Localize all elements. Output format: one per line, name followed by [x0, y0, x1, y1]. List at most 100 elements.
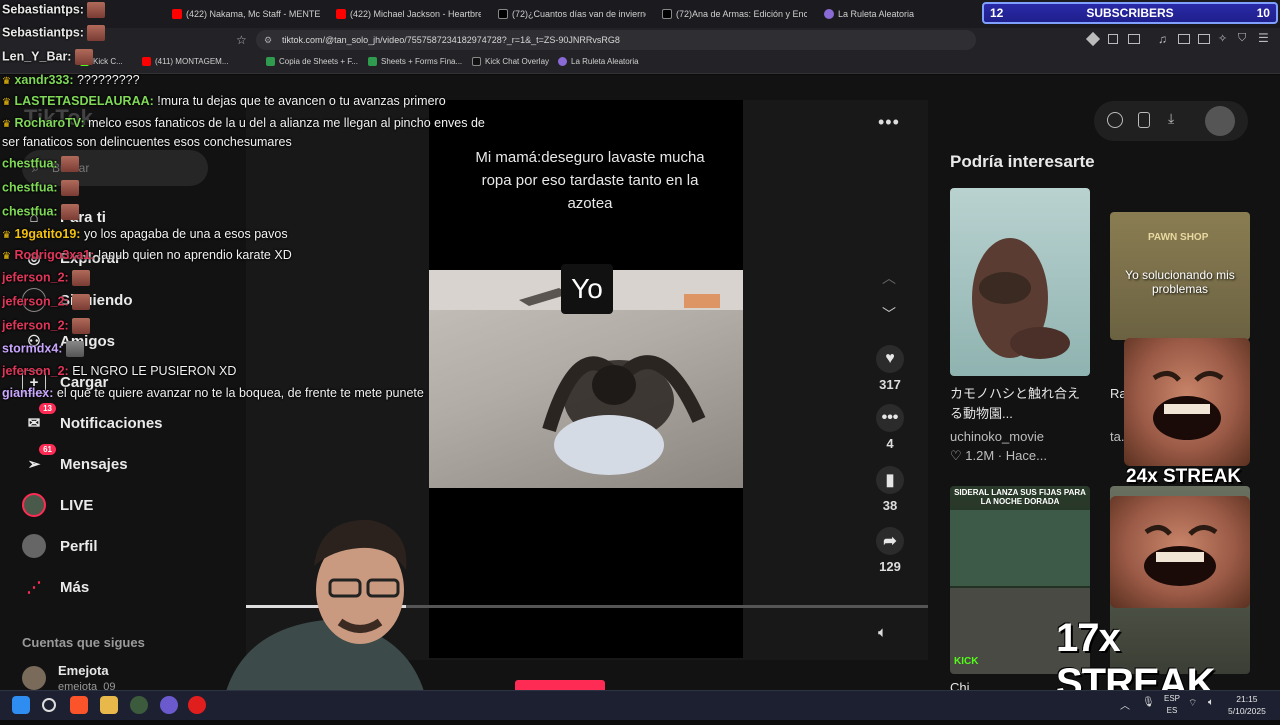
crown-badge-icon: ♛	[2, 251, 11, 262]
roulette-icon	[558, 57, 567, 66]
subscribers-goal-bar: 12 SUBSCRIBERS 10	[982, 2, 1278, 24]
sidebar-toggle-icon[interactable]	[1178, 34, 1190, 44]
music-icon[interactable]: ♫	[1158, 32, 1167, 46]
opera-icon[interactable]	[188, 696, 206, 714]
comment-icon: •••	[876, 404, 904, 432]
vpn-icon[interactable]: ⛉	[1238, 32, 1246, 45]
sheets-icon	[266, 57, 275, 66]
bookmark-item[interactable]: (411) MONTAGEM...	[142, 57, 229, 66]
sidebar-item-perfil[interactable]: Perfil	[22, 534, 98, 558]
language-indicator[interactable]: ESP ES	[1164, 693, 1180, 717]
emote-icon	[61, 156, 80, 172]
address-bar[interactable]: ⚙ tiktok.com/@tan_solo_jh/video/75575872…	[256, 30, 976, 50]
bookmark-item[interactable]: Copia de Sheets + F...	[266, 57, 358, 66]
chat-message: jeferson_2:	[2, 270, 91, 286]
emote-icon	[61, 180, 80, 196]
recommendation-thumbnail[interactable]	[950, 188, 1090, 376]
tiktok-icon	[498, 9, 508, 19]
sidebar-item-live[interactable]: LIVE	[22, 493, 93, 517]
chat-message: ♛ Rodrigo3xa1: !anub quien no aprendio k…	[2, 248, 292, 262]
recommendations-title: Podría interesarte	[950, 152, 1095, 171]
share-button[interactable]: ➦ 129	[870, 527, 910, 574]
sheets-icon	[368, 57, 377, 66]
bookmark-item[interactable]: Kick Chat Overlay	[472, 57, 549, 66]
subscribers-label: SUBSCRIBERS	[1086, 6, 1174, 20]
next-video-icon[interactable]: ﹀	[882, 304, 896, 324]
leo-icon[interactable]: ✧	[1218, 32, 1227, 45]
share-icon: ➦	[876, 527, 904, 555]
emote-icon	[72, 318, 91, 334]
chat-message: ♛ xandr333: ?????????	[2, 73, 140, 87]
chat-message: stormdx4:	[2, 341, 84, 357]
following-section-title: Cuentas que sigues	[22, 635, 145, 650]
roulette-icon	[824, 9, 834, 19]
comment-count: 4	[886, 436, 894, 451]
brave-browser-icon[interactable]	[70, 696, 88, 714]
network-icon[interactable]: ⌔	[1188, 697, 1197, 710]
site-info-icon[interactable]: ⚙	[264, 30, 272, 50]
search-icon[interactable]	[42, 698, 56, 712]
browser-tab[interactable]: (72)Ana de Armas: Edición y Encant	[662, 4, 807, 24]
browser-tab[interactable]: (72)¿Cuantos días van de invierno? Y	[498, 4, 646, 24]
video-caption-text: Mi mamá:deseguro lavaste mucha ropa por …	[475, 149, 705, 212]
chat-message: Sebastiantps:	[2, 25, 106, 41]
open-app-button[interactable]	[515, 680, 605, 690]
emote-icon	[87, 2, 106, 18]
following-account-name[interactable]: Emejota	[58, 663, 109, 678]
browser-tab[interactable]: (422) Nakama, Mc Staff - MENTE M/	[172, 4, 322, 24]
risitas-emote-overlay	[1124, 338, 1250, 466]
profile-avatar-icon	[22, 534, 46, 558]
download-icon[interactable]: ⤓	[1168, 110, 1174, 127]
app-icon[interactable]	[130, 696, 148, 714]
volume-icon[interactable]: 🔈︎	[878, 624, 887, 641]
card-author[interactable]: uchinoko_movie	[950, 429, 1044, 444]
chat-message: ♛ LASTETASDELAURAA: !mura tu dejas que t…	[2, 94, 446, 108]
browser-tab[interactable]: La Ruleta Aleatoria	[824, 4, 964, 24]
streamer-figure	[220, 519, 430, 720]
chat-message-continuation: ser fanaticos son delincuentes esos conc…	[2, 135, 292, 149]
coin-icon[interactable]	[1107, 112, 1123, 128]
comment-button[interactable]: ••• 4	[870, 404, 910, 451]
file-explorer-icon[interactable]	[100, 696, 118, 714]
card-title[interactable]: カモノハシと触れ合える動物園...	[950, 384, 1090, 424]
chat-message: chestfua:	[2, 180, 80, 196]
youtube-icon	[172, 9, 182, 19]
volume-tray-icon[interactable]: 🔈︎	[1208, 697, 1214, 708]
bookmark-icon[interactable]: ☆	[236, 33, 247, 47]
tray-chevron-icon[interactable]: ︿	[1120, 697, 1130, 712]
chat-message: gianflex: el que te quiere avanzar no te…	[2, 386, 424, 400]
windows-start-icon[interactable]	[12, 696, 30, 714]
url-text: tiktok.com/@tan_solo_jh/video/7557587234…	[282, 35, 620, 45]
discord-icon[interactable]	[160, 696, 178, 714]
menu-icon[interactable]: ☰	[1258, 31, 1269, 45]
sidebar-item-mensajes[interactable]: ➢ 61 Mensajes	[22, 444, 128, 476]
card-time: Hace...	[1005, 448, 1047, 463]
crown-badge-icon: ♛	[2, 230, 11, 241]
emote-icon	[65, 341, 84, 357]
prev-video-icon[interactable]: ︿	[882, 268, 896, 288]
sidebar-item-mas[interactable]: ⋰ Más	[22, 575, 90, 599]
bookmark-item[interactable]: La Ruleta Aleatoria	[558, 57, 639, 66]
user-avatar[interactable]	[1205, 106, 1235, 136]
system-clock[interactable]: 21:15 5/10/2025	[1228, 693, 1266, 717]
bookmark-item[interactable]: Sheets + Forms Fina...	[368, 57, 462, 66]
save-button[interactable]: ▮ 38	[870, 466, 910, 513]
youtube-icon	[142, 57, 151, 66]
live-avatar-icon	[22, 493, 46, 517]
extension-icon[interactable]	[1085, 31, 1101, 47]
kick-logo: KICK	[954, 656, 979, 667]
device-icon[interactable]	[1138, 112, 1150, 128]
recommendation-thumbnail[interactable]: PAWN SHOP Yo solucionando mis problemas	[1110, 212, 1250, 340]
sidebar-item-notificaciones[interactable]: ✉ 13 Notificaciones	[22, 403, 163, 435]
extension-icon[interactable]	[1108, 34, 1118, 44]
browser-tab[interactable]: (422) Michael Jackson - Heartbreak	[336, 4, 481, 24]
microphone-icon[interactable]: 🎙︎	[1142, 697, 1155, 708]
wallet-icon[interactable]	[1198, 34, 1210, 44]
avatar[interactable]	[22, 666, 46, 690]
more-options-icon[interactable]: •••	[878, 112, 900, 133]
emote-icon	[74, 49, 93, 65]
crown-badge-icon: ♛	[2, 97, 11, 108]
extension-icon[interactable]	[1128, 34, 1140, 44]
card-views: 1.2M	[965, 448, 995, 463]
like-button[interactable]: ♥ 317	[870, 345, 910, 392]
